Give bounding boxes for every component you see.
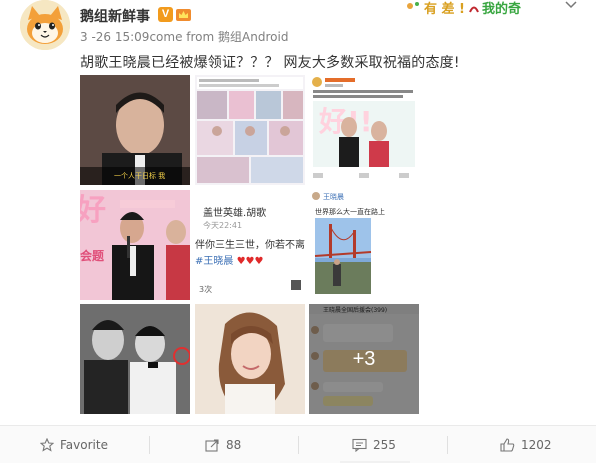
repost-count: 88 [226, 438, 242, 452]
username[interactable]: 鹅组新鲜事 [80, 6, 150, 26]
favorite-button[interactable]: Favorite [40, 426, 108, 463]
svg-text:会题: 会题 [80, 248, 105, 263]
tile-caption: 一个人干日标 我 [114, 172, 166, 180]
tile-time: 今天22:41 [203, 221, 243, 230]
portrait-photo [195, 304, 305, 414]
image-grid: 一个人干日标 我 好 会题 盖世英雄.胡歌 今天22:41 伴你三生三世，你若不… [80, 75, 419, 415]
image-thumbnail[interactable]: 好!! [309, 75, 419, 185]
source-prefix: come from [149, 30, 215, 44]
image-thumbnail[interactable]: 王晓晨全国后援会(399) +3 [309, 304, 419, 414]
client-name[interactable]: 鹅组Android [218, 30, 288, 44]
tile-count: 3次 [199, 285, 213, 294]
thumbs-up-icon [500, 438, 515, 452]
image-thumbnail[interactable]: 盖世英雄.胡歌 今天22:41 伴你三生三世，你若不离弃 #王晓晨 ♥♥♥ 3次 [195, 190, 305, 300]
post-time[interactable]: 3 -26 15:09 [80, 30, 149, 44]
social-post-photo: 好!! [309, 75, 419, 185]
divider [447, 436, 448, 454]
divider [149, 436, 150, 454]
comment-button[interactable]: 255 [352, 426, 396, 463]
action-bar: Favorite 88 255 1202 [0, 425, 596, 463]
weibo-post-card: 鹅组新鲜事 V 3 -26 15:09come from 鹅组Android 有… [0, 0, 596, 463]
svg-text:有 差 !: 有 差 ! [424, 1, 465, 16]
repost-icon [205, 439, 219, 452]
star-icon [40, 438, 54, 452]
tile-tag: #王晓晨 ♥♥♥ [195, 252, 263, 267]
tile-tag-text: #王晓晨 [195, 256, 234, 267]
comment-icon [352, 438, 367, 452]
like-count: 1202 [521, 438, 552, 452]
favorite-label: Favorite [60, 438, 108, 452]
image-thumbnail[interactable] [195, 304, 305, 414]
bw-photo [80, 304, 190, 414]
like-button[interactable]: 1202 [500, 426, 552, 463]
verified-badge: V [158, 7, 173, 22]
tile-line: 伴你三生三世，你若不离弃 [195, 240, 305, 251]
event-photo: 好 会题 [80, 190, 190, 300]
repost-button[interactable]: 88 [205, 426, 241, 463]
image-thumbnail[interactable]: 王晓晨 世界那么大一直在路上 [309, 190, 419, 300]
crown-icon [176, 9, 191, 21]
tile-caption: 世界那么大一直在路上 [315, 208, 385, 216]
tile-user-name: 王晓晨 [323, 193, 344, 201]
svg-text:我的奇: 我的奇 [482, 1, 521, 16]
image-thumbnail[interactable]: 一个人干日标 我 [80, 75, 190, 185]
image-thumbnail[interactable]: 好 会题 [80, 190, 190, 300]
avatar[interactable] [20, 0, 70, 50]
chevron-down-icon[interactable] [565, 0, 577, 10]
post-text: 胡歌王晓晨已经被爆领证？？？ 网友大多数采取祝福的态度! [80, 55, 460, 71]
comment-count: 255 [373, 438, 396, 452]
more-images-count: +3 [352, 347, 376, 370]
collage-photo [195, 75, 305, 185]
portrait-photo [80, 75, 190, 185]
post-meta: 3 -26 15:09come from 鹅组Android [80, 28, 288, 45]
divider [298, 436, 299, 454]
cat-face-icon [20, 0, 70, 50]
tile-user-name: 盖世英雄.胡歌 [203, 208, 267, 219]
image-thumbnail[interactable] [195, 75, 305, 185]
image-thumbnail[interactable] [80, 304, 190, 414]
hearts-icon: ♥♥♥ [233, 256, 264, 267]
more-images-overlay[interactable]: +3 [309, 304, 419, 414]
decorative-banner-icon: 有 差 ! 我的奇 [407, 1, 521, 16]
svg-text:好: 好 [80, 193, 106, 228]
